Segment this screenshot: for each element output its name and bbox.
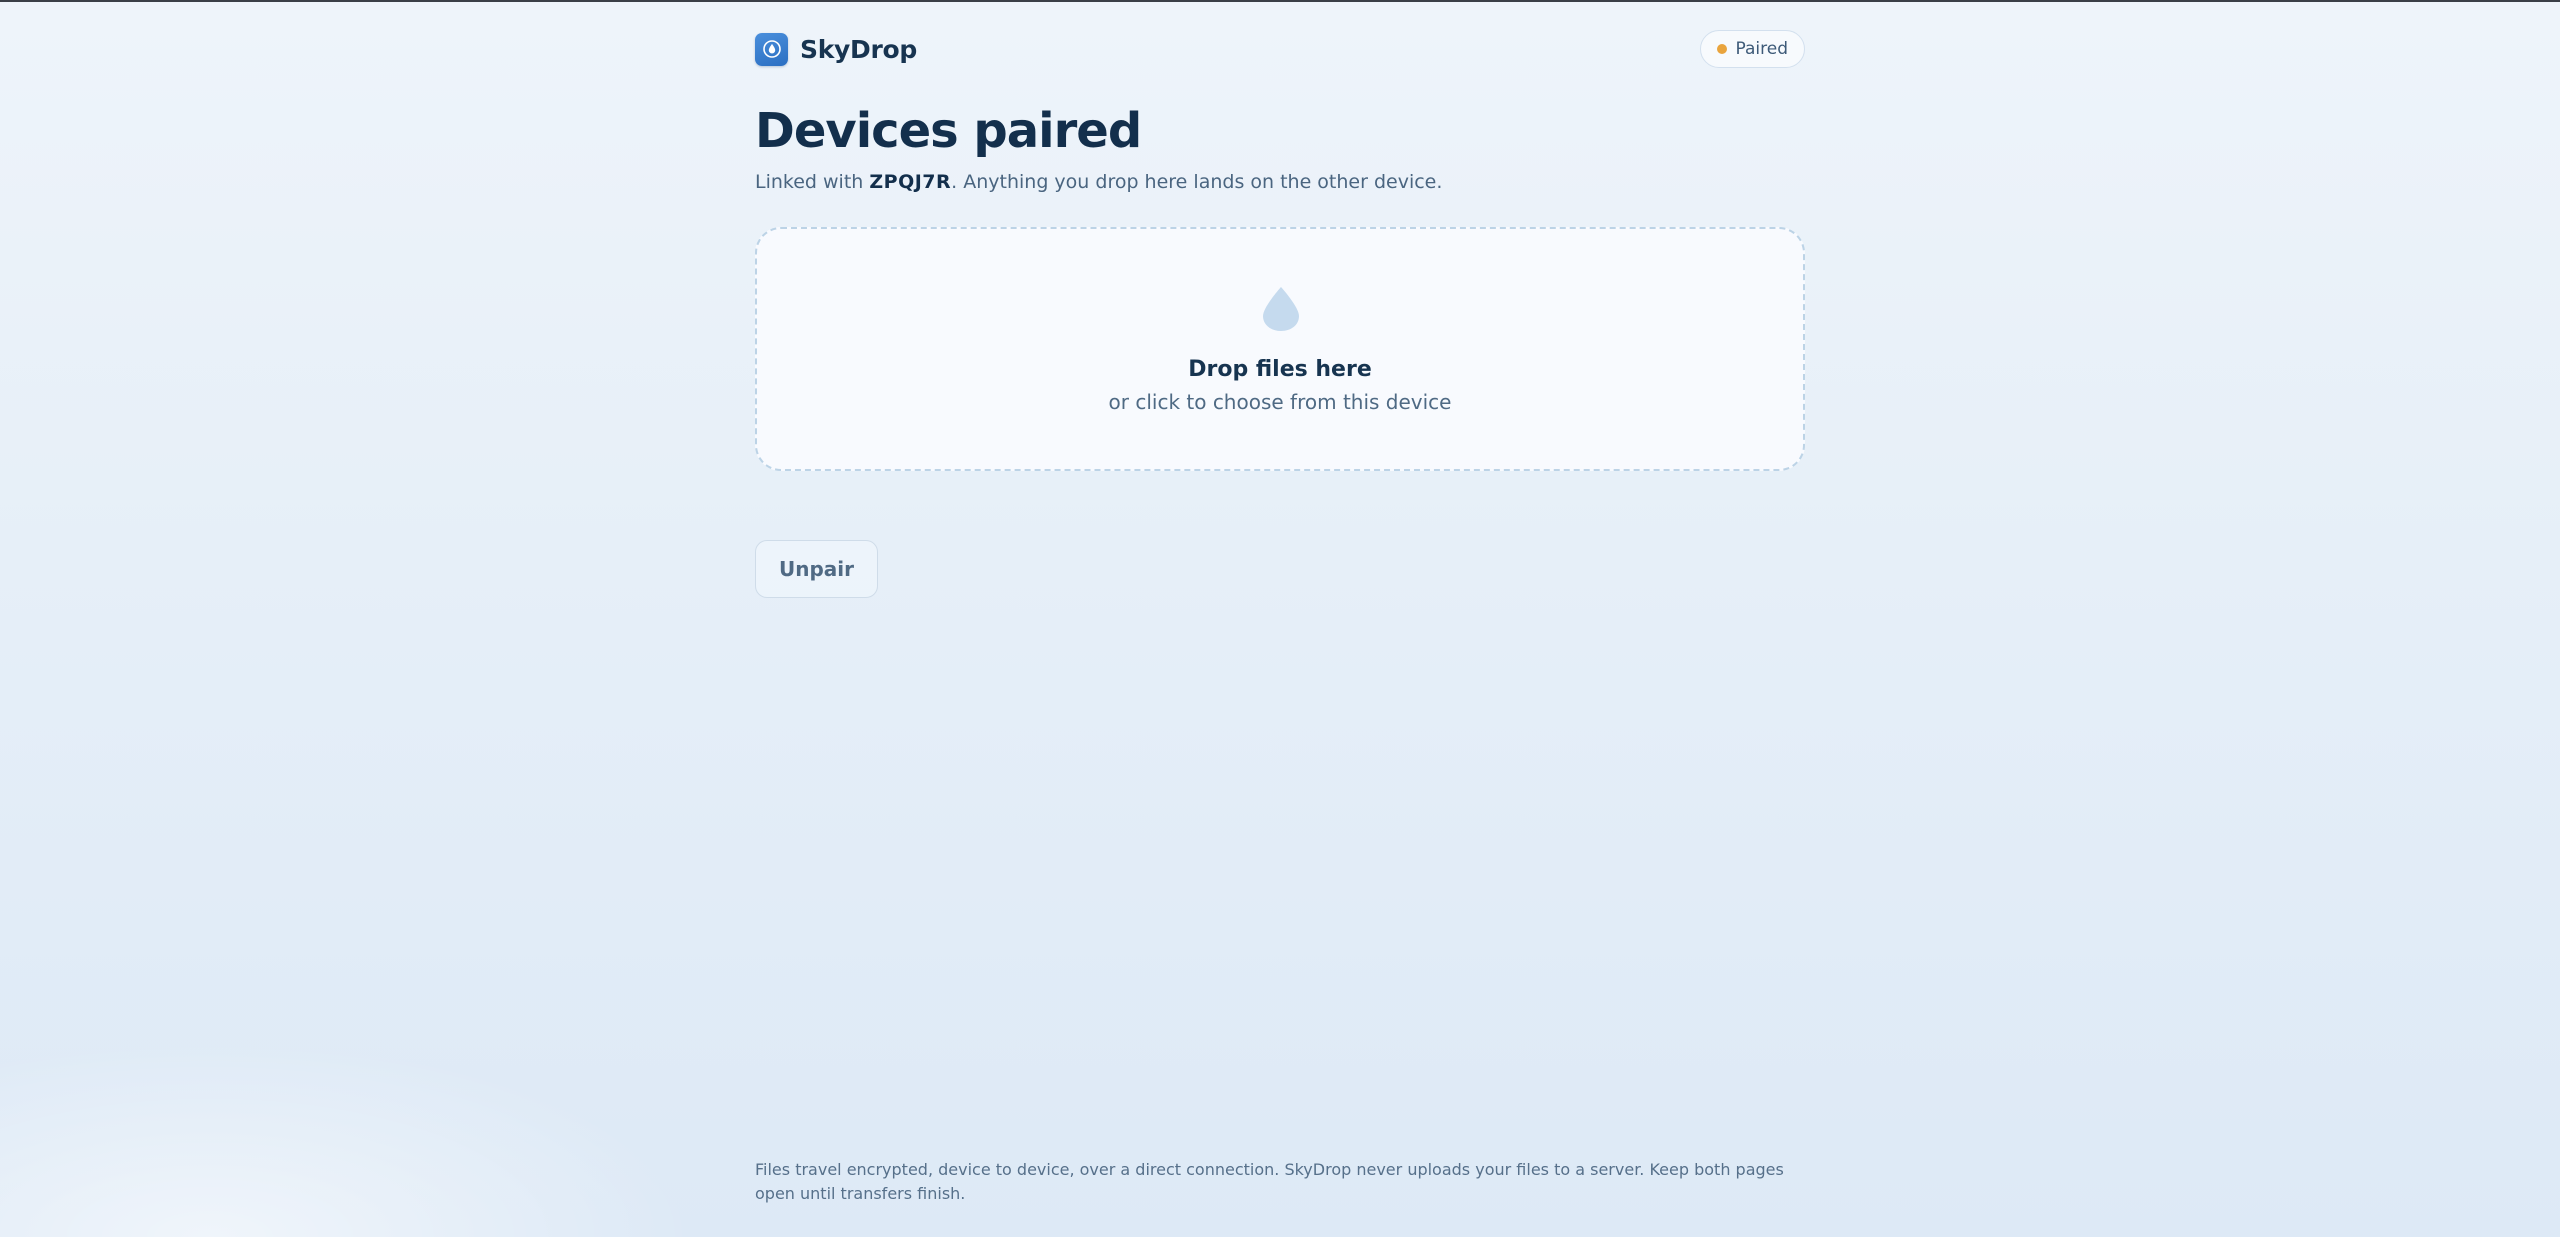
- background-glow: [0, 1037, 700, 1237]
- drop-icon: [762, 40, 781, 58]
- dropzone-title: Drop files here: [1188, 357, 1372, 382]
- footer-note: Files travel encrypted, device to device…: [755, 1160, 1784, 1203]
- brand[interactable]: SkyDrop: [755, 32, 917, 66]
- app-name: SkyDrop: [800, 34, 917, 64]
- status-badge: Paired: [1699, 30, 1805, 68]
- dropzone-subtitle: or click to choose from this device: [1108, 390, 1452, 414]
- water-drop-icon: [1263, 287, 1299, 331]
- app-logo: [755, 32, 788, 66]
- subtitle-prefix: Linked with: [755, 171, 870, 193]
- subtitle-suffix: . Anything you drop here lands on the ot…: [951, 171, 1443, 193]
- status-label: Paired: [1735, 39, 1789, 59]
- main-container: SkyDrop Paired Devices paired Linked wit…: [755, 0, 1805, 1237]
- status-dot: [1716, 44, 1727, 54]
- pair-code: ZPQJ7R: [869, 171, 952, 193]
- page-title: Devices paired: [755, 103, 1142, 159]
- header: SkyDrop Paired: [755, 30, 1805, 68]
- file-dropzone[interactable]: Drop files here or click to choose from …: [755, 227, 1805, 471]
- page-subtitle: Linked with ZPQJ7R. Anything you drop he…: [755, 171, 1442, 193]
- unpair-button[interactable]: Unpair: [755, 540, 878, 598]
